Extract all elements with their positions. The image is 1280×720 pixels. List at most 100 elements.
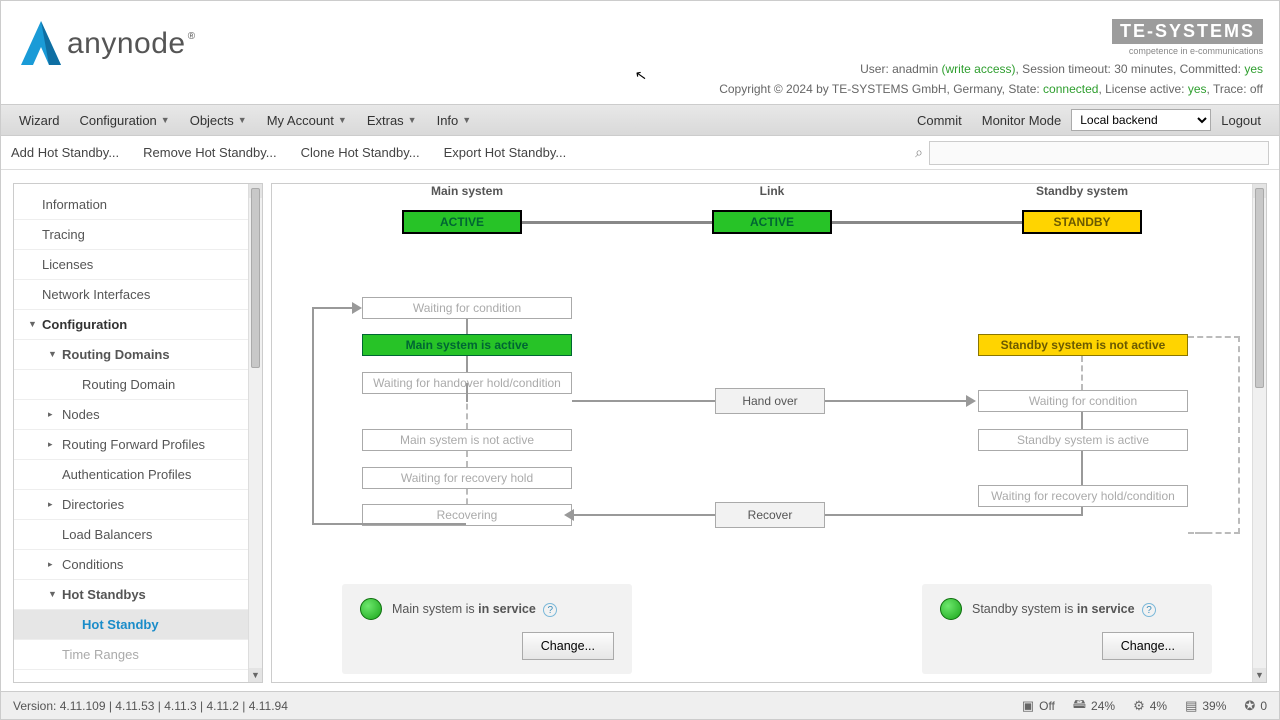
sidebar-item-tracing[interactable]: Tracing: [14, 220, 248, 250]
header: anynode® TE-SYSTEMS competence in e-comm…: [1, 1, 1279, 104]
scroll-thumb[interactable]: [251, 188, 260, 368]
state-main-active: Main system is active: [362, 334, 572, 356]
diagram-line: [1188, 532, 1208, 534]
main-scrollbar[interactable]: ▲ ▼: [1252, 184, 1266, 682]
remove-hot-standby-button[interactable]: Remove Hot Standby...: [143, 145, 276, 160]
chevron-right-icon: ▸: [48, 559, 53, 570]
menu-info[interactable]: Info▼: [427, 107, 482, 134]
search-input[interactable]: [929, 141, 1269, 165]
hand-over-button[interactable]: Hand over: [715, 388, 825, 414]
state-standby-not-active: Standby system is not active: [978, 334, 1188, 356]
hot-standby-actions: Add Hot Standby... Remove Hot Standby...…: [1, 136, 1279, 170]
sidebar-item-routing-forward-profiles[interactable]: ▸Routing Forward Profiles: [14, 430, 248, 460]
chevron-down-icon: ▼: [338, 115, 347, 125]
diagram-line: [522, 221, 712, 224]
scroll-down-icon[interactable]: ▼: [249, 668, 262, 682]
clone-hot-standby-button[interactable]: Clone Hot Standby...: [301, 145, 420, 160]
scroll-down-icon[interactable]: ▼: [1253, 668, 1266, 682]
chevron-right-icon: ▸: [48, 499, 53, 510]
diagram-line: [466, 356, 468, 372]
badge-main-active: ACTIVE: [402, 210, 522, 234]
chevron-down-icon: ▼: [238, 115, 247, 125]
sidebar-item-time-ranges[interactable]: Time Ranges: [14, 640, 248, 670]
diagram-line: [825, 400, 968, 402]
change-standby-button[interactable]: Change...: [1102, 632, 1194, 660]
sidebar-item-directories[interactable]: ▸Directories: [14, 490, 248, 520]
help-icon[interactable]: ?: [543, 603, 557, 617]
footer: Version: 4.11.109 | 4.11.53 | 4.11.3 | 4…: [1, 691, 1279, 719]
sidebar-item-configuration[interactable]: ▼Configuration: [14, 310, 248, 340]
cpu-icon: ⚙: [1133, 698, 1145, 714]
badge-standby: STANDBY: [1022, 210, 1142, 234]
chevron-down-icon: ▼: [408, 115, 417, 125]
sidebar-item-network-interfaces[interactable]: Network Interfaces: [14, 280, 248, 310]
scroll-thumb[interactable]: [1255, 188, 1264, 388]
disk-icon: 🖴: [1073, 695, 1086, 717]
hot-standby-diagram: Main system Link Standby system ACTIVE A…: [272, 184, 1252, 682]
search-icon: ⌕: [915, 144, 923, 161]
sidebar-item-conditions[interactable]: ▸Conditions: [14, 550, 248, 580]
recover-button[interactable]: Recover: [715, 502, 825, 528]
status-dot-icon: [940, 598, 962, 620]
label-link: Link: [742, 184, 802, 198]
footer-disk: 🖴24%: [1073, 695, 1115, 717]
menu-commit[interactable]: Commit: [907, 107, 972, 134]
diagram-line: [1081, 451, 1083, 485]
diagram-dotted-box: [1188, 336, 1240, 534]
diagram-line: [312, 307, 314, 525]
nav-tree: Information Tracing Licenses Network Int…: [14, 184, 248, 682]
sidebar-item-hot-standby[interactable]: Hot Standby: [14, 610, 248, 640]
menu-configuration[interactable]: Configuration▼: [69, 107, 179, 134]
menu-monitor-mode[interactable]: Monitor Mode: [972, 107, 1071, 134]
license-status: Copyright © 2024 by TE-SYSTEMS GmbH, Ger…: [719, 82, 1263, 96]
main-content: Main system Link Standby system ACTIVE A…: [271, 183, 1267, 683]
diagram-line: [832, 221, 1022, 224]
backend-select[interactable]: Local backend: [1071, 109, 1211, 131]
diagram-line: [825, 514, 1083, 516]
diagram-line: [466, 383, 468, 401]
state-waiting-recovery: Waiting for recovery hold: [362, 467, 572, 489]
state-standby-waiting-recovery: Waiting for recovery hold/condition: [978, 485, 1188, 507]
change-main-button[interactable]: Change...: [522, 632, 614, 660]
menu-wizard[interactable]: Wizard: [9, 107, 69, 134]
sidebar-scrollbar[interactable]: ▲ ▼: [248, 184, 262, 682]
footer-recording: ▣Off: [1022, 698, 1055, 714]
record-icon: ▣: [1022, 698, 1034, 714]
diagram-line: [466, 451, 468, 467]
alerts-icon: ✪: [1244, 698, 1255, 714]
sidebar-item-information[interactable]: Information: [14, 190, 248, 220]
menu-extras[interactable]: Extras▼: [357, 107, 427, 134]
arrow-right-icon: [352, 302, 362, 314]
main-menu: Wizard Configuration▼ Objects▼ My Accoun…: [1, 104, 1279, 136]
diagram-line: [572, 514, 715, 516]
sidebar: Information Tracing Licenses Network Int…: [13, 183, 263, 683]
export-hot-standby-button[interactable]: Export Hot Standby...: [444, 145, 567, 160]
footer-alerts: ✪0: [1244, 698, 1267, 714]
chevron-down-icon: ▼: [48, 589, 57, 599]
diagram-line: [312, 307, 354, 309]
menu-my-account[interactable]: My Account▼: [257, 107, 357, 134]
sidebar-item-licenses[interactable]: Licenses: [14, 250, 248, 280]
sidebar-item-nodes[interactable]: ▸Nodes: [14, 400, 248, 430]
label-standby-system: Standby system: [1012, 184, 1152, 198]
diagram-line: [572, 400, 715, 402]
help-icon[interactable]: ?: [1142, 603, 1156, 617]
diagram-line: [1081, 412, 1083, 429]
menu-objects[interactable]: Objects▼: [180, 107, 257, 134]
label-main-system: Main system: [412, 184, 522, 198]
add-hot-standby-button[interactable]: Add Hot Standby...: [11, 145, 119, 160]
footer-memory: ▤39%: [1185, 698, 1226, 714]
sidebar-item-hot-standbys[interactable]: ▼Hot Standbys: [14, 580, 248, 610]
chevron-down-icon: ▼: [161, 115, 170, 125]
state-waiting-condition: Waiting for condition: [362, 297, 572, 319]
sidebar-item-authentication-profiles[interactable]: Authentication Profiles: [14, 460, 248, 490]
menu-logout[interactable]: Logout: [1211, 107, 1271, 134]
diagram-line: [466, 489, 468, 504]
sidebar-item-load-balancers[interactable]: Load Balancers: [14, 520, 248, 550]
sidebar-item-routing-domain[interactable]: Routing Domain: [14, 370, 248, 400]
status-dot-icon: [360, 598, 382, 620]
arrow-left-icon: [564, 509, 574, 521]
chevron-right-icon: ▸: [48, 439, 53, 450]
sidebar-item-routing-domains[interactable]: ▼Routing Domains: [14, 340, 248, 370]
footer-cpu: ⚙4%: [1133, 698, 1167, 714]
